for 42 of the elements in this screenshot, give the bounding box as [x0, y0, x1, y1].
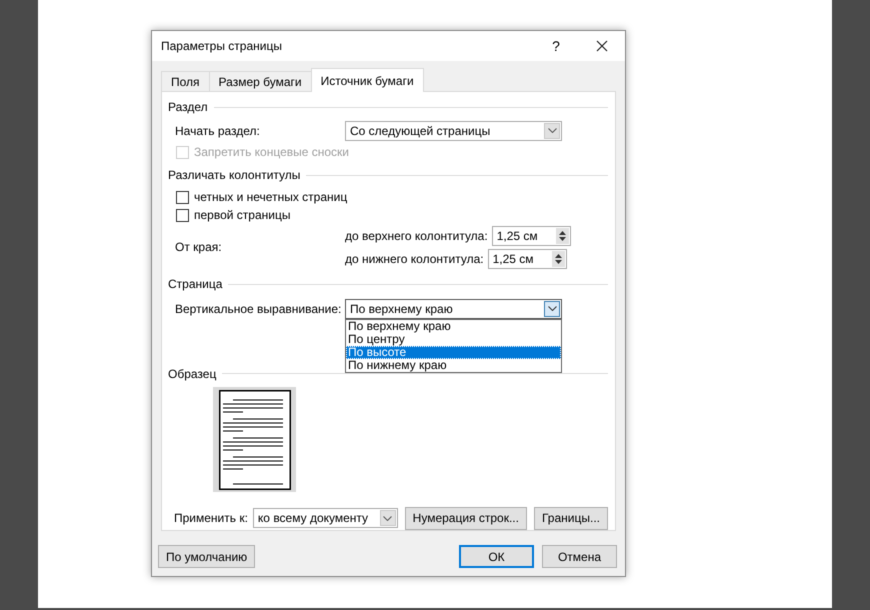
field-label: до верхнего колонтитула:: [345, 228, 488, 243]
help-button[interactable]: ?: [533, 31, 579, 61]
dialog-button[interactable]: Границы...: [534, 506, 608, 530]
spin-field[interactable]: 1,25 см: [492, 226, 571, 246]
chevron-icon: [383, 516, 392, 521]
section-start-dropdown[interactable]: Со следующей страницы: [345, 120, 562, 141]
spin-buttons[interactable]: [552, 250, 565, 267]
default-button[interactable]: По умолчанию: [158, 545, 256, 568]
checkbox[interactable]: [176, 190, 189, 204]
close-icon: [596, 40, 608, 52]
field-label: Начать раздел:: [175, 124, 261, 138]
group-heading: Раздел: [168, 100, 208, 114]
chevron-icon: [548, 128, 556, 134]
tab[interactable]: Поля: [161, 71, 210, 91]
field-label: Применить к:: [174, 511, 248, 526]
chevron-icon: [548, 306, 556, 312]
up-down-arrows-icon: [558, 230, 566, 242]
checkbox-label: четных и нечетных страниц: [194, 190, 348, 204]
field-label: От края:: [174, 240, 223, 254]
checkbox-label: Запретить концевые сноски: [194, 145, 350, 160]
dropdown-option[interactable]: По нижнему краю: [346, 358, 561, 372]
spin-field[interactable]: 1,25 см: [488, 248, 567, 269]
spin-buttons[interactable]: [556, 228, 569, 244]
tab[interactable]: Источник бумаги: [310, 68, 424, 92]
group-heading: Страница: [168, 277, 222, 292]
group-heading: Образец: [168, 366, 216, 381]
cancel-button[interactable]: Отмена: [542, 545, 617, 568]
window-title: Параметры страницы: [161, 39, 283, 53]
apply-to-dropdown[interactable]: ко всему документу: [252, 508, 398, 528]
dialog-button[interactable]: Нумерация строк...: [404, 506, 527, 530]
dropdown-option[interactable]: По высоте: [346, 346, 561, 359]
up-down-arrows-icon: [554, 252, 562, 265]
field-label: Вертикальное выравнивание:: [175, 302, 342, 316]
tab[interactable]: Размер бумаги: [208, 71, 312, 91]
ok-button[interactable]: ОК: [459, 545, 534, 568]
checkbox-label: первой страницы: [194, 208, 290, 222]
group-heading: Различать колонтитулы: [168, 168, 300, 182]
checkbox[interactable]: [176, 208, 189, 222]
dropdown-option[interactable]: По верхнему краю: [346, 320, 561, 333]
dropdown-option[interactable]: По центру: [346, 332, 561, 346]
vertical-alignment-dropdown[interactable]: По верхнему краю: [345, 298, 562, 319]
field-label: до нижнего колонтитула:: [345, 252, 484, 266]
